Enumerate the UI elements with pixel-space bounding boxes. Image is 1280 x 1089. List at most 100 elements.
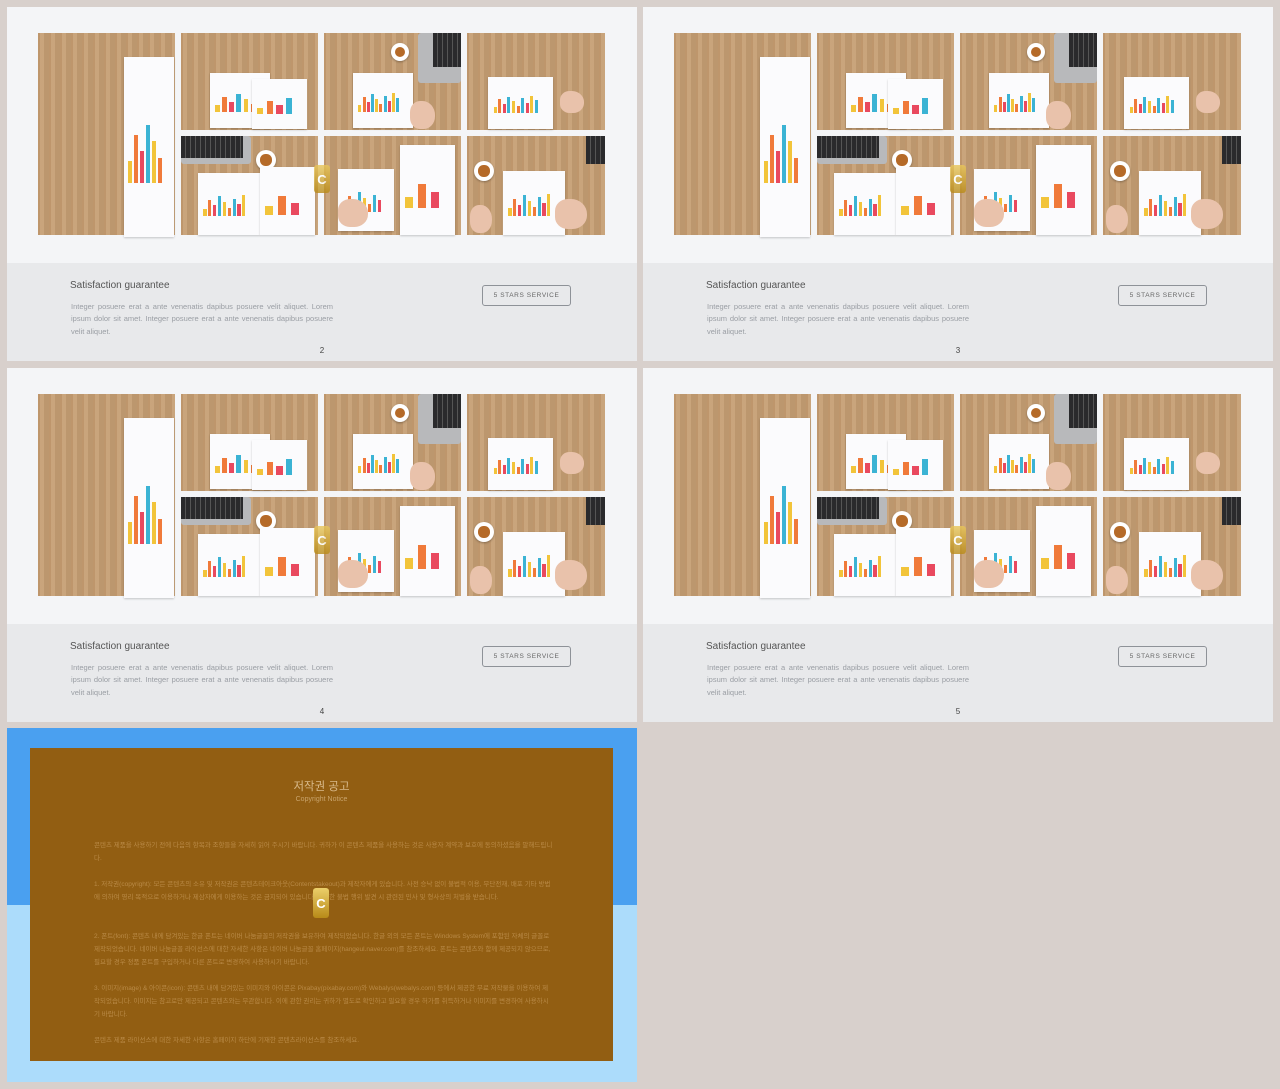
slide-5[interactable]: Satisfaction guarantee Integer posuere e… xyxy=(643,368,1273,722)
chart-bar xyxy=(1015,464,1019,473)
bar-area xyxy=(1129,93,1184,114)
chart-bar xyxy=(277,196,287,215)
slide-4[interactable]: Satisfaction guarantee Integer posuere e… xyxy=(7,368,637,722)
chart-bar xyxy=(362,96,366,112)
bar-area xyxy=(764,111,806,183)
chart-bar xyxy=(535,100,538,114)
keyboard xyxy=(1069,394,1097,428)
chart-bar xyxy=(128,161,133,183)
chart-bar xyxy=(854,557,858,578)
stars-service-button[interactable]: 5 STARS SERVICE xyxy=(1118,285,1207,306)
copyright-slide[interactable]: 저작권 공고 Copyright Notice 콘텐츠 제품을 사용하기 전에 … xyxy=(7,728,637,1082)
chart-bar xyxy=(383,95,387,112)
chart-bar xyxy=(1161,464,1165,475)
chart-bar xyxy=(367,203,371,213)
chart-bar xyxy=(430,553,440,569)
chart-bar xyxy=(1143,96,1147,114)
chart-bar xyxy=(1173,558,1177,577)
chart-bar xyxy=(1019,456,1023,473)
slide-2[interactable]: Satisfaction guarantee Integer posuere e… xyxy=(7,7,637,361)
chart-bar xyxy=(203,569,207,578)
notice-image-icon: 3. 이미지(image) & 아이콘(icon): 콘텐츠 내에 담겨있는 이… xyxy=(94,985,549,1018)
chart-bar xyxy=(157,157,162,183)
chart-bar xyxy=(535,461,538,475)
chart-bar xyxy=(1134,99,1138,114)
chart-bar xyxy=(1003,203,1007,213)
chart-bar xyxy=(387,100,391,112)
chart-paper xyxy=(834,173,896,235)
hand xyxy=(1106,566,1128,594)
chart-bar xyxy=(1163,561,1168,577)
chart-bar xyxy=(276,105,283,114)
chart-bar xyxy=(1023,100,1027,112)
chart-bar xyxy=(523,195,527,216)
chart-bar xyxy=(213,566,217,578)
keyboard xyxy=(1222,136,1241,164)
chart-bar xyxy=(1053,183,1063,208)
chart-bar xyxy=(264,567,274,576)
chart-bar xyxy=(404,558,414,569)
chart-bar xyxy=(498,460,502,475)
stars-service-button[interactable]: 5 STARS SERVICE xyxy=(1118,646,1207,667)
bar-area xyxy=(264,548,310,576)
chart-bar xyxy=(839,569,843,578)
chart-bar xyxy=(367,564,371,574)
coffee-cup-icon xyxy=(474,161,494,181)
chart-bar xyxy=(232,559,236,578)
chart-bar xyxy=(1183,554,1187,577)
chart-bar xyxy=(377,561,381,574)
chart-bar xyxy=(764,522,769,544)
chart-bar xyxy=(256,108,264,114)
bar-area xyxy=(358,451,408,473)
chart-bar xyxy=(1066,553,1076,569)
collage-photo xyxy=(674,33,1241,237)
chart-paper xyxy=(353,434,413,489)
bar-area xyxy=(508,551,560,577)
slide-body-text: Integer posuere erat a ante venenatis da… xyxy=(71,302,333,336)
chart-bar xyxy=(844,199,848,217)
chart-bar xyxy=(782,485,786,544)
hand xyxy=(410,462,435,490)
chart-bar xyxy=(146,124,150,183)
chart-bar xyxy=(1171,461,1174,475)
chart-bar xyxy=(1171,100,1174,114)
slide-3[interactable]: Satisfaction guarantee Integer posuere e… xyxy=(643,7,1273,361)
chart-bar xyxy=(229,462,234,473)
chart-bar xyxy=(521,98,525,114)
chart-bar xyxy=(366,101,370,112)
chart-bar xyxy=(493,468,497,475)
chart-bar xyxy=(1148,101,1152,114)
chart-bar xyxy=(266,461,273,475)
notice-intro: 콘텐츠 제품을 사용하기 전에 다음의 항목과 조항들을 자세히 읽어 주시기 … xyxy=(94,842,553,862)
chart-bar xyxy=(879,98,885,112)
stars-service-button[interactable]: 5 STARS SERVICE xyxy=(482,646,571,667)
bar-area xyxy=(203,192,255,217)
coffee-cup-icon xyxy=(391,404,409,422)
chart-paper xyxy=(896,528,951,596)
collage-photo xyxy=(38,33,605,237)
chart-bar xyxy=(203,208,207,217)
chart-bar xyxy=(215,104,220,112)
chart-bar xyxy=(770,134,775,183)
hand xyxy=(555,560,587,590)
chart-bar xyxy=(1154,565,1158,577)
chart-paper xyxy=(760,418,810,598)
coffee-cup-icon xyxy=(1027,43,1045,61)
slide-title: Satisfaction guarantee xyxy=(706,280,806,291)
stars-service-button[interactable]: 5 STARS SERVICE xyxy=(482,285,571,306)
coffee-cup-icon xyxy=(391,43,409,61)
bar-area xyxy=(493,454,548,475)
watermark-logo-icon: C xyxy=(314,165,330,193)
bar-area xyxy=(404,172,450,208)
chart-bar xyxy=(1028,453,1032,473)
chart-bar xyxy=(542,564,546,577)
chart-bar xyxy=(1129,107,1133,114)
chart-bar xyxy=(404,197,414,208)
bar-area xyxy=(1129,454,1184,475)
hand xyxy=(410,101,435,129)
chart-bar xyxy=(128,522,133,544)
chart-bar xyxy=(1159,556,1163,577)
chart-bar xyxy=(1011,98,1015,112)
keyboard xyxy=(586,497,605,525)
chart-bar xyxy=(793,518,798,544)
